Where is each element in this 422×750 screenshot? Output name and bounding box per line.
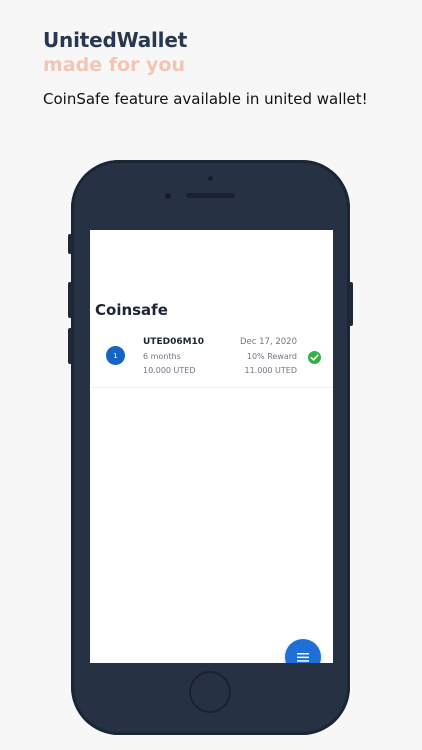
phone-volume-up xyxy=(68,282,72,318)
item-code: UTED06M10 xyxy=(143,337,205,347)
phone-power-button xyxy=(349,282,353,326)
item-reward: 10% Reward xyxy=(246,352,297,361)
item-date: Dec 17, 2020 xyxy=(239,337,297,347)
proximity-sensor xyxy=(208,176,213,181)
phone-volume-down xyxy=(68,328,72,364)
brand-title: UnitedWallet xyxy=(43,28,188,52)
front-camera xyxy=(165,193,171,199)
brand-subtitle: made for you xyxy=(43,54,185,76)
menu-icon xyxy=(297,653,309,662)
page-title: Coinsafe xyxy=(95,301,168,319)
home-button[interactable] xyxy=(189,671,231,713)
menu-fab-button[interactable] xyxy=(285,639,321,663)
check-circle-icon xyxy=(308,351,321,364)
item-payout: 11.000 UTED xyxy=(244,366,298,375)
phone-mute-switch xyxy=(68,234,72,254)
tagline: CoinSafe feature available in united wal… xyxy=(43,90,368,108)
item-amount: 10.000 UTED xyxy=(143,366,196,375)
phone-screen: Coinsafe 1 UTED06M10 6 months 10.000 UTE… xyxy=(90,230,333,663)
item-duration: 6 months xyxy=(143,352,181,361)
list-item[interactable]: 1 UTED06M10 6 months 10.000 UTED Dec 17,… xyxy=(90,332,333,388)
earpiece-speaker xyxy=(186,193,235,198)
index-badge: 1 xyxy=(106,346,125,365)
phone-device: Coinsafe 1 UTED06M10 6 months 10.000 UTE… xyxy=(68,160,353,735)
